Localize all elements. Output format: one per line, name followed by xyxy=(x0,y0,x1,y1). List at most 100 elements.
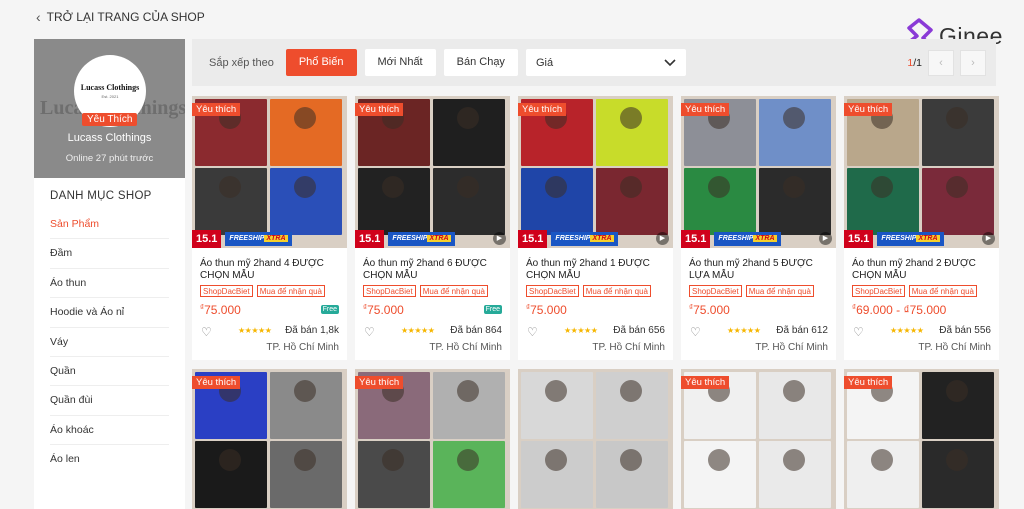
product-photo-tile xyxy=(922,99,994,166)
model-head xyxy=(946,176,968,198)
play-video-icon[interactable]: ▶ xyxy=(656,232,669,245)
product-card[interactable]: Yêu thích 15.1 FREESHIP XTRA ▶ Áo thun mỹ 2ha… xyxy=(355,96,510,360)
product-photo-tile xyxy=(759,168,831,235)
product-image[interactable]: Yêu thích 15.1 FREESHIP XTRA ▶ xyxy=(844,96,999,248)
product-image[interactable]: Yêu thích xyxy=(681,369,836,509)
sort-newest-button[interactable]: Mới Nhất xyxy=(364,49,436,76)
category-item-shorts[interactable]: Quần đùi xyxy=(50,386,169,416)
model-head xyxy=(545,449,567,471)
back-label: TRỞ LẠI TRANG CỦA SHOP xyxy=(46,10,205,24)
shop-name[interactable]: Lucass Clothings xyxy=(34,132,185,144)
play-video-icon[interactable]: ▶ xyxy=(982,232,995,245)
sale-label: 15.1 xyxy=(192,230,222,248)
sort-bar: Sắp xếp theo Phổ Biến Mới Nhất Bán Chạy … xyxy=(192,39,996,86)
sold-count: Đã bán 864 xyxy=(450,325,502,336)
model-head xyxy=(382,449,404,471)
product-card[interactable]: Yêu thích 15.1 FREESHIP XTRA ▶ Áo thun mỹ 2ha… xyxy=(844,96,999,360)
prev-page-button[interactable]: ‹ xyxy=(928,49,954,76)
sold-count: Đã bán 1,8k xyxy=(285,325,339,336)
favorite-tag: Yêu thích xyxy=(844,103,893,116)
product-photo-tile xyxy=(922,441,994,508)
model-head xyxy=(294,449,316,471)
freeship-xtra-label: FREESHIP XTRA xyxy=(225,232,292,246)
rating-stars: ★★★★★ xyxy=(238,326,272,335)
product-card[interactable]: Yêu thích xyxy=(192,369,347,509)
product-photo-tile xyxy=(270,99,342,166)
heart-icon[interactable]: ♡ xyxy=(853,325,864,339)
model-head xyxy=(294,107,316,129)
model-head xyxy=(219,449,241,471)
rating-stars: ★★★★★ xyxy=(727,326,761,335)
category-item-sweaters[interactable]: Áo len xyxy=(50,445,169,474)
heart-icon[interactable]: ♡ xyxy=(690,325,701,339)
heart-icon[interactable]: ♡ xyxy=(527,325,538,339)
model-head xyxy=(219,176,241,198)
category-item-products[interactable]: Sản Phẩm xyxy=(50,210,169,240)
product-photo-tile xyxy=(433,441,505,508)
model-head xyxy=(545,380,567,402)
category-item-pants[interactable]: Quần xyxy=(50,357,169,387)
xtra-text: XTRA xyxy=(427,235,451,242)
product-image[interactable]: Yêu thích xyxy=(844,369,999,509)
product-photo-tile xyxy=(521,168,593,235)
sort-price-select[interactable]: Giá xyxy=(525,49,686,76)
freeship-text: FREESHIP xyxy=(392,235,428,242)
page-total: /1 xyxy=(913,56,922,69)
product-price: ₫75.000 xyxy=(526,303,567,317)
back-to-shop-link[interactable]: ‹ TRỞ LẠI TRANG CỦA SHOP xyxy=(36,9,205,25)
product-card[interactable]: Yêu thích xyxy=(844,369,999,509)
freeship-truck-icon: Free xyxy=(320,305,339,314)
gift-badge: Mua để nhận quà xyxy=(745,285,814,297)
next-page-button[interactable]: › xyxy=(960,49,986,76)
sold-count: Đã bán 656 xyxy=(613,325,665,336)
model-head xyxy=(620,380,642,402)
play-video-icon[interactable]: ▶ xyxy=(819,232,832,245)
product-photo-tile xyxy=(195,441,267,508)
badges: ShopDacBiet Mua để nhận quà xyxy=(689,285,814,297)
product-name: Áo thun mỹ 2hand 5 ĐƯỢC LỰA MẪU xyxy=(689,258,813,281)
shop-sidebar: Lucass Clothings Lucass Clothings Est. 2… xyxy=(34,39,185,509)
favorite-tag: Yêu thích xyxy=(355,376,404,389)
category-item-dresses[interactable]: Đầm xyxy=(50,239,169,269)
badges: ShopDacBiet Mua để nhận quà xyxy=(526,285,651,297)
category-item-hoodies[interactable]: Hoodie và Áo nỉ xyxy=(50,298,169,328)
product-card[interactable]: Yêu thích xyxy=(681,369,836,509)
product-card[interactable]: Yêu thích 15.1 FREESHIP XTRA ▶ Áo thun mỹ 2ha… xyxy=(681,96,836,360)
product-card[interactable]: Yêu thích xyxy=(355,369,510,509)
model-head xyxy=(382,176,404,198)
product-image[interactable]: Yêu thích 15.1 FREESHIP XTRA xyxy=(192,96,347,248)
price-value: 75.000 xyxy=(204,303,241,317)
heart-icon[interactable]: ♡ xyxy=(364,325,375,339)
product-photo-tile xyxy=(847,441,919,508)
price-value: 75.000 xyxy=(693,303,730,317)
sold-count: Đã bán 612 xyxy=(776,325,828,336)
xtra-text: XTRA xyxy=(753,235,777,242)
product-location: TP. Hồ Chí Minh xyxy=(755,342,828,353)
gift-badge: Mua để nhận quà xyxy=(256,285,325,297)
product-image[interactable] xyxy=(518,369,673,509)
product-card[interactable] xyxy=(518,369,673,509)
model-head xyxy=(457,176,479,198)
product-image[interactable]: Yêu thích xyxy=(355,369,510,509)
favorite-tag: Yêu thích xyxy=(192,376,241,389)
product-image[interactable]: Yêu thích 15.1 FREESHIP XTRA ▶ xyxy=(681,96,836,248)
product-image[interactable]: Yêu thích xyxy=(192,369,347,509)
model-head xyxy=(871,176,893,198)
price-value: 75.000 xyxy=(530,303,567,317)
product-card[interactable]: Yêu thích 15.1 FREESHIP XTRA ▶ Áo thun mỹ 2ha… xyxy=(518,96,673,360)
product-card[interactable]: Yêu thích 15.1 FREESHIP XTRA Áo thun mỹ 2han… xyxy=(192,96,347,360)
category-item-skirts[interactable]: Váy xyxy=(50,328,169,357)
sort-popular-button[interactable]: Phổ Biến xyxy=(285,49,357,76)
product-location: TP. Hồ Chí Minh xyxy=(429,342,502,353)
promo-banner: 15.1 FREESHIP XTRA xyxy=(844,230,999,248)
heart-icon[interactable]: ♡ xyxy=(201,325,212,339)
model-head xyxy=(946,380,968,402)
category-item-tshirts[interactable]: Áo thun xyxy=(50,269,169,299)
play-video-icon[interactable]: ▶ xyxy=(493,232,506,245)
category-item-jackets[interactable]: Áo khoác xyxy=(50,416,169,446)
product-image[interactable]: Yêu thích 15.1 FREESHIP XTRA ▶ xyxy=(355,96,510,248)
chevron-down-icon xyxy=(664,58,676,66)
badges: ShopDacBiet Mua để nhận quà xyxy=(200,285,325,297)
product-image[interactable]: Yêu thích 15.1 FREESHIP XTRA ▶ xyxy=(518,96,673,248)
sort-bestselling-button[interactable]: Bán Chạy xyxy=(443,49,518,76)
